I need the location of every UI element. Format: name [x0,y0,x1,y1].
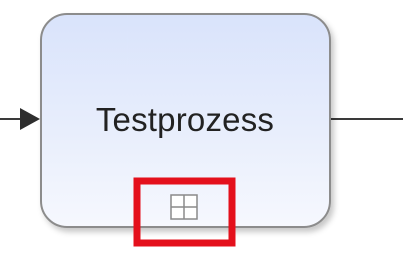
incoming-flow-arrow[interactable] [0,108,40,130]
arrowhead-icon [20,108,40,130]
subprocess-expand-icon[interactable] [170,194,198,220]
task-label: Testprozess [95,101,275,138]
